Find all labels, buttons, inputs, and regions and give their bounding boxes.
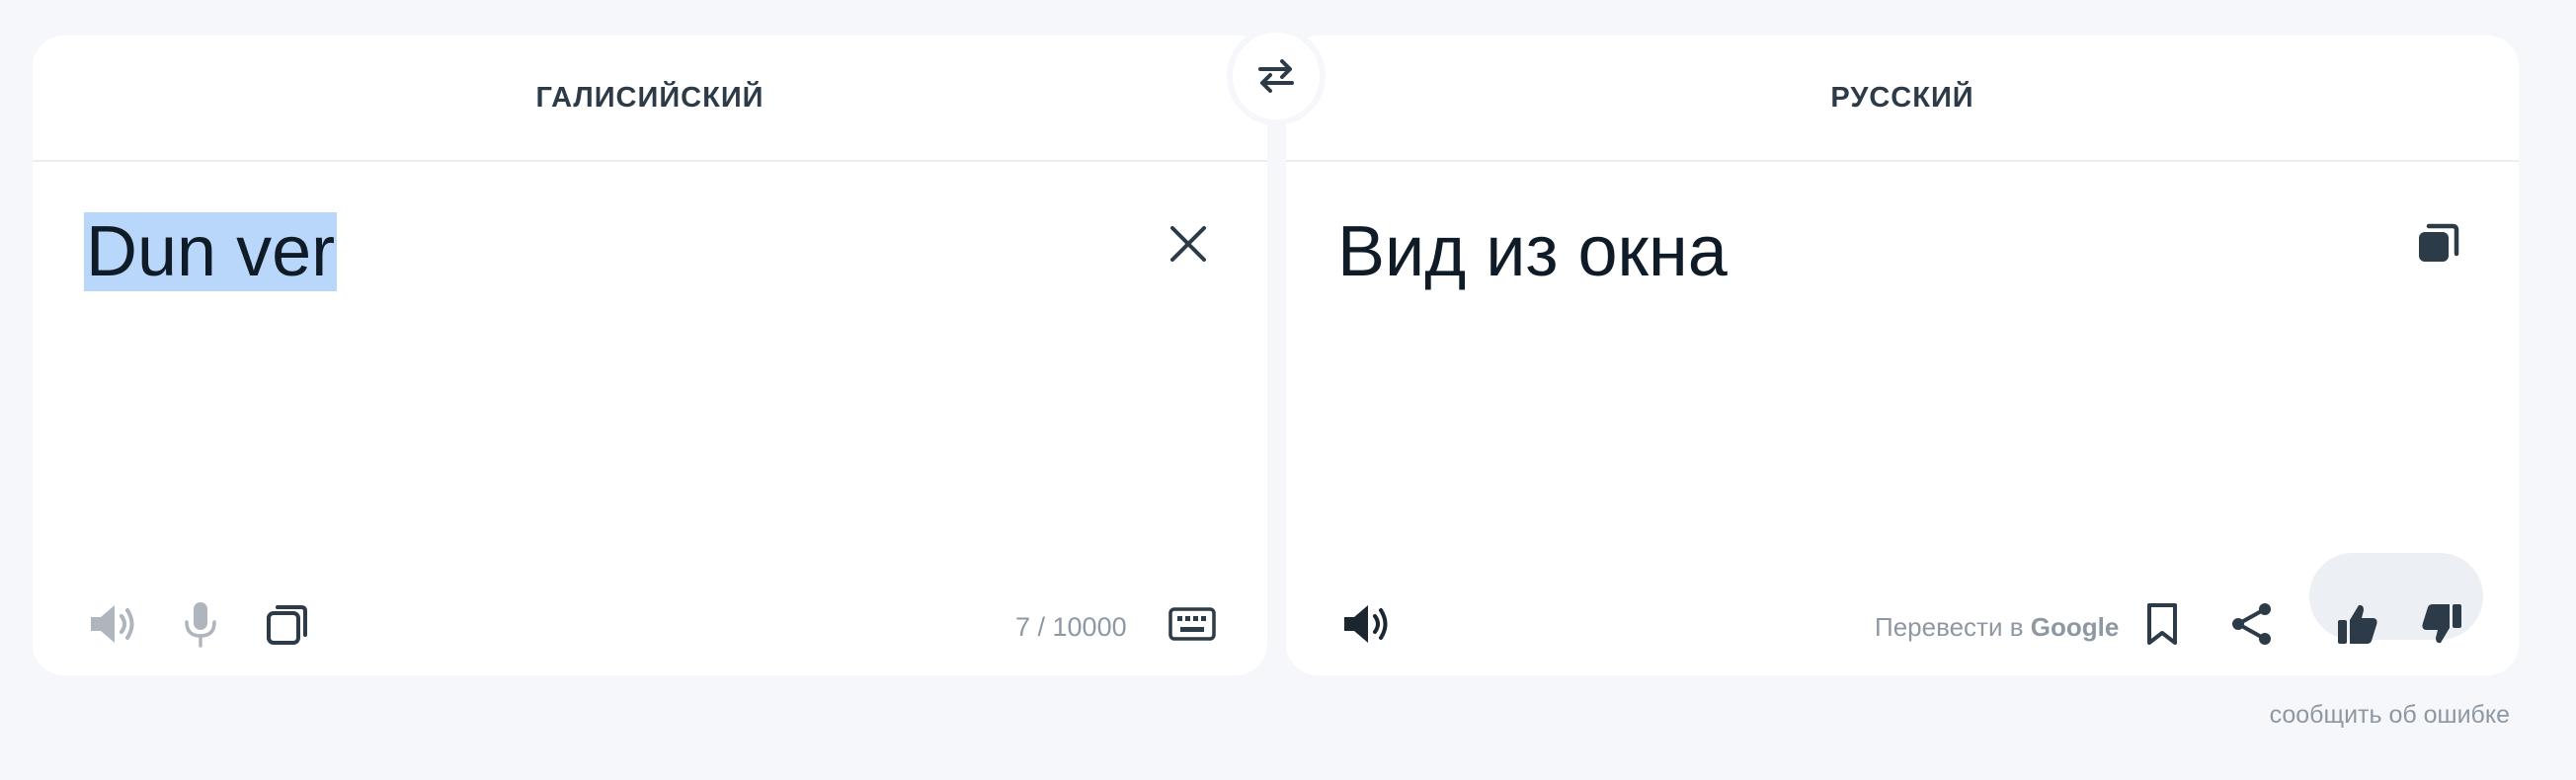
swap-arrows-icon (1258, 59, 1294, 93)
target-language-header[interactable]: РУССКИЙ (1286, 36, 2519, 162)
microphone-icon[interactable] (171, 594, 230, 654)
translation-output: Вид из окна (1337, 212, 1728, 291)
bookmark-icon[interactable] (2133, 594, 2192, 654)
source-text-input[interactable]: Dun ver (84, 211, 338, 293)
source-language-label[interactable]: ГАЛИСИЙСКИЙ (535, 82, 764, 115)
source-panel: ГАЛИСИЙСКИЙ Dun ver 7 / 10000 (33, 36, 1267, 675)
thumbs-up-icon[interactable] (2328, 594, 2387, 654)
keyboard-icon[interactable] (1163, 594, 1222, 654)
close-icon[interactable] (1156, 211, 1221, 276)
share-icon[interactable] (2222, 594, 2282, 654)
speaker-icon[interactable] (84, 594, 143, 654)
character-counter: 7 / 10000 (1015, 612, 1127, 642)
speaker-icon[interactable] (1337, 594, 1397, 654)
copy-icon[interactable] (2404, 209, 2473, 278)
target-panel: РУССКИЙ Вид из окна Перевести в Google (1286, 36, 2519, 675)
source-text-selection[interactable]: Dun ver (84, 212, 338, 291)
swap-languages-button[interactable] (1233, 33, 1320, 119)
source-language-header[interactable]: ГАЛИСИЙСКИЙ (33, 36, 1267, 162)
translate-in-google-link[interactable]: Перевести в Google (1875, 612, 2119, 643)
google-link-brand: Google (2030, 612, 2120, 642)
thumbs-down-icon[interactable] (2412, 594, 2471, 654)
target-language-label[interactable]: РУССКИЙ (1830, 82, 1973, 115)
google-link-prefix: Перевести в (1875, 612, 2031, 642)
copy-icon[interactable] (258, 594, 317, 654)
report-error-link[interactable]: сообщить об ошибке (2270, 701, 2510, 730)
